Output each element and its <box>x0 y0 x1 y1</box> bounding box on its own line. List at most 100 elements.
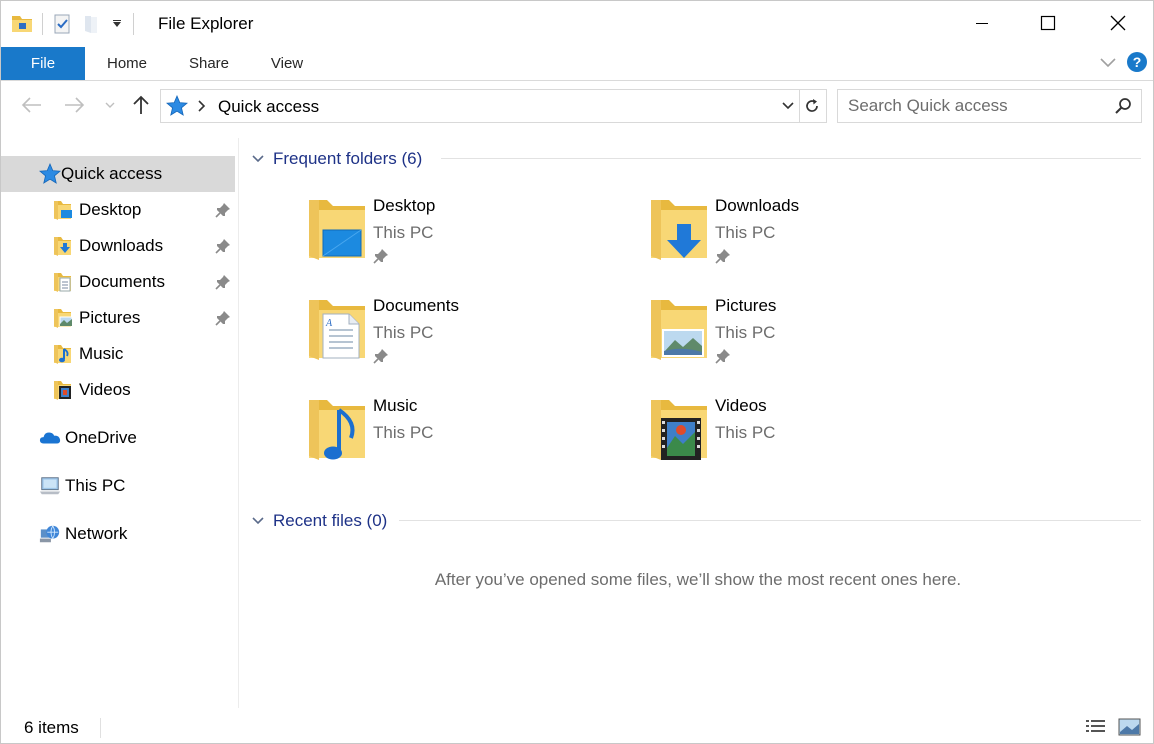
folder-location: This PC <box>373 223 434 242</box>
folder-tile-desktop[interactable]: Desktop This PC <box>305 196 625 286</box>
breadcrumb-separator-icon[interactable] <box>197 99 207 118</box>
folder-name: Music <box>373 396 418 415</box>
details-view-icon <box>1086 720 1105 732</box>
quick-access-star-icon <box>39 163 61 185</box>
arrow-up-icon <box>133 95 149 114</box>
folder-tile-music[interactable]: Music This PC <box>305 396 625 486</box>
maximize-button[interactable] <box>1025 1 1071 45</box>
up-button[interactable] <box>129 93 153 117</box>
recent-files-label: Recent files (0) <box>273 511 388 530</box>
navigation-pane: Quick access Desktop Downloads Documents <box>1 151 238 711</box>
recent-locations-button[interactable] <box>102 93 118 117</box>
back-button[interactable] <box>17 93 45 117</box>
folder-location: This PC <box>715 223 776 242</box>
videos-folder-icon <box>647 396 709 462</box>
pin-icon <box>373 348 389 369</box>
folder-tile-documents[interactable]: A Documents This PC <box>305 296 625 386</box>
refresh-button[interactable] <box>798 89 827 123</box>
chevron-down-icon <box>1100 58 1116 68</box>
computer-icon <box>39 475 61 497</box>
pin-icon <box>214 201 232 219</box>
pictures-folder-icon <box>647 296 709 362</box>
tab-home[interactable]: Home <box>93 47 161 80</box>
minimize-icon <box>976 23 988 24</box>
folder-location: This PC <box>373 423 434 442</box>
chevron-down-icon <box>782 102 794 110</box>
search-input[interactable] <box>848 94 1108 118</box>
videos-folder-icon <box>51 379 73 401</box>
forward-button[interactable] <box>61 93 89 117</box>
search-box[interactable] <box>837 89 1142 123</box>
expand-ribbon-button[interactable] <box>1099 53 1117 76</box>
desktop-folder-icon <box>305 196 367 262</box>
minimize-button[interactable] <box>959 1 1005 45</box>
customize-toolbar-dropdown-icon[interactable] <box>109 13 125 35</box>
folder-name: Pictures <box>715 296 777 315</box>
tab-share[interactable]: Share <box>177 47 241 80</box>
arrow-left-icon <box>21 97 41 113</box>
downloads-folder-icon <box>647 196 709 262</box>
new-folder-icon[interactable] <box>81 13 103 35</box>
large-icons-view-icon <box>1118 718 1141 736</box>
network-globe-icon <box>39 523 61 545</box>
sidebar-item-label: OneDrive <box>65 428 137 447</box>
music-folder-icon <box>305 396 367 462</box>
pictures-folder-icon <box>51 307 73 329</box>
folder-app-icon <box>10 12 34 36</box>
frequent-folders-label: Frequent folders (6) <box>273 149 423 168</box>
sidebar-item-label: Network <box>65 524 128 543</box>
sidebar-item-onedrive[interactable]: OneDrive <box>39 420 235 456</box>
tab-file[interactable]: File <box>1 47 85 80</box>
status-divider <box>100 718 101 738</box>
chevron-down-icon <box>251 516 265 526</box>
close-button[interactable] <box>1095 1 1141 45</box>
downloads-folder-icon <box>51 235 73 257</box>
pin-icon <box>373 248 389 269</box>
folder-name: Documents <box>373 296 459 315</box>
folder-tile-pictures[interactable]: Pictures This PC <box>647 296 967 386</box>
folder-name: Videos <box>715 396 767 415</box>
sidebar-item-quick-access[interactable]: Quick access <box>1 156 235 192</box>
sidebar-item-downloads[interactable]: Downloads <box>51 228 235 264</box>
title-bar: File Explorer <box>1 1 1153 45</box>
close-icon <box>1110 15 1126 31</box>
frequent-folders-header[interactable]: Frequent folders (6) <box>251 147 422 171</box>
large-icons-view-button[interactable] <box>1118 717 1142 737</box>
help-button[interactable]: ? <box>1127 52 1147 72</box>
sidebar-item-network[interactable]: Network <box>39 516 235 552</box>
pin-icon <box>214 273 232 291</box>
sidebar-item-desktop[interactable]: Desktop <box>51 192 235 228</box>
tab-view[interactable]: View <box>257 47 317 80</box>
navigation-bar: Quick access <box>1 81 1153 131</box>
breadcrumb[interactable]: Quick access <box>218 97 319 117</box>
sidebar-item-label: Videos <box>79 380 131 399</box>
folder-tile-videos[interactable]: Videos This PC <box>647 396 967 486</box>
sidebar-item-label: Downloads <box>79 236 164 255</box>
properties-icon[interactable] <box>51 13 73 35</box>
sidebar-item-label: Pictures <box>79 308 141 327</box>
svg-text:A: A <box>325 318 333 329</box>
sidebar-item-this-pc[interactable]: This PC <box>39 468 235 504</box>
pin-icon <box>715 248 731 269</box>
toolbar-divider <box>133 13 134 35</box>
details-view-button[interactable] <box>1085 717 1107 737</box>
folder-name: Desktop <box>373 196 436 215</box>
recent-files-empty-message: After you’ve opened some files, we’ll sh… <box>434 570 962 589</box>
sidebar-item-label: This PC <box>65 476 126 495</box>
onedrive-cloud-icon <box>39 427 61 449</box>
pin-icon <box>214 309 232 327</box>
section-divider <box>441 158 1141 159</box>
sidebar-item-pictures[interactable]: Pictures <box>51 300 235 336</box>
sidebar-item-videos[interactable]: Videos <box>51 372 235 408</box>
folder-tile-downloads[interactable]: Downloads This PC <box>647 196 967 286</box>
search-icon[interactable] <box>1114 97 1132 120</box>
chevron-down-icon <box>105 102 115 108</box>
recent-files-header[interactable]: Recent files (0) <box>251 509 387 533</box>
address-bar[interactable]: Quick access <box>160 89 800 123</box>
sidebar-item-documents[interactable]: Documents <box>51 264 235 300</box>
sidebar-item-music[interactable]: Music <box>51 336 235 372</box>
section-divider <box>399 520 1141 521</box>
folder-location: This PC <box>715 323 776 342</box>
file-explorer-window: File Explorer File Home Share View ? Qui… <box>0 0 1154 744</box>
address-history-dropdown[interactable] <box>781 99 795 118</box>
